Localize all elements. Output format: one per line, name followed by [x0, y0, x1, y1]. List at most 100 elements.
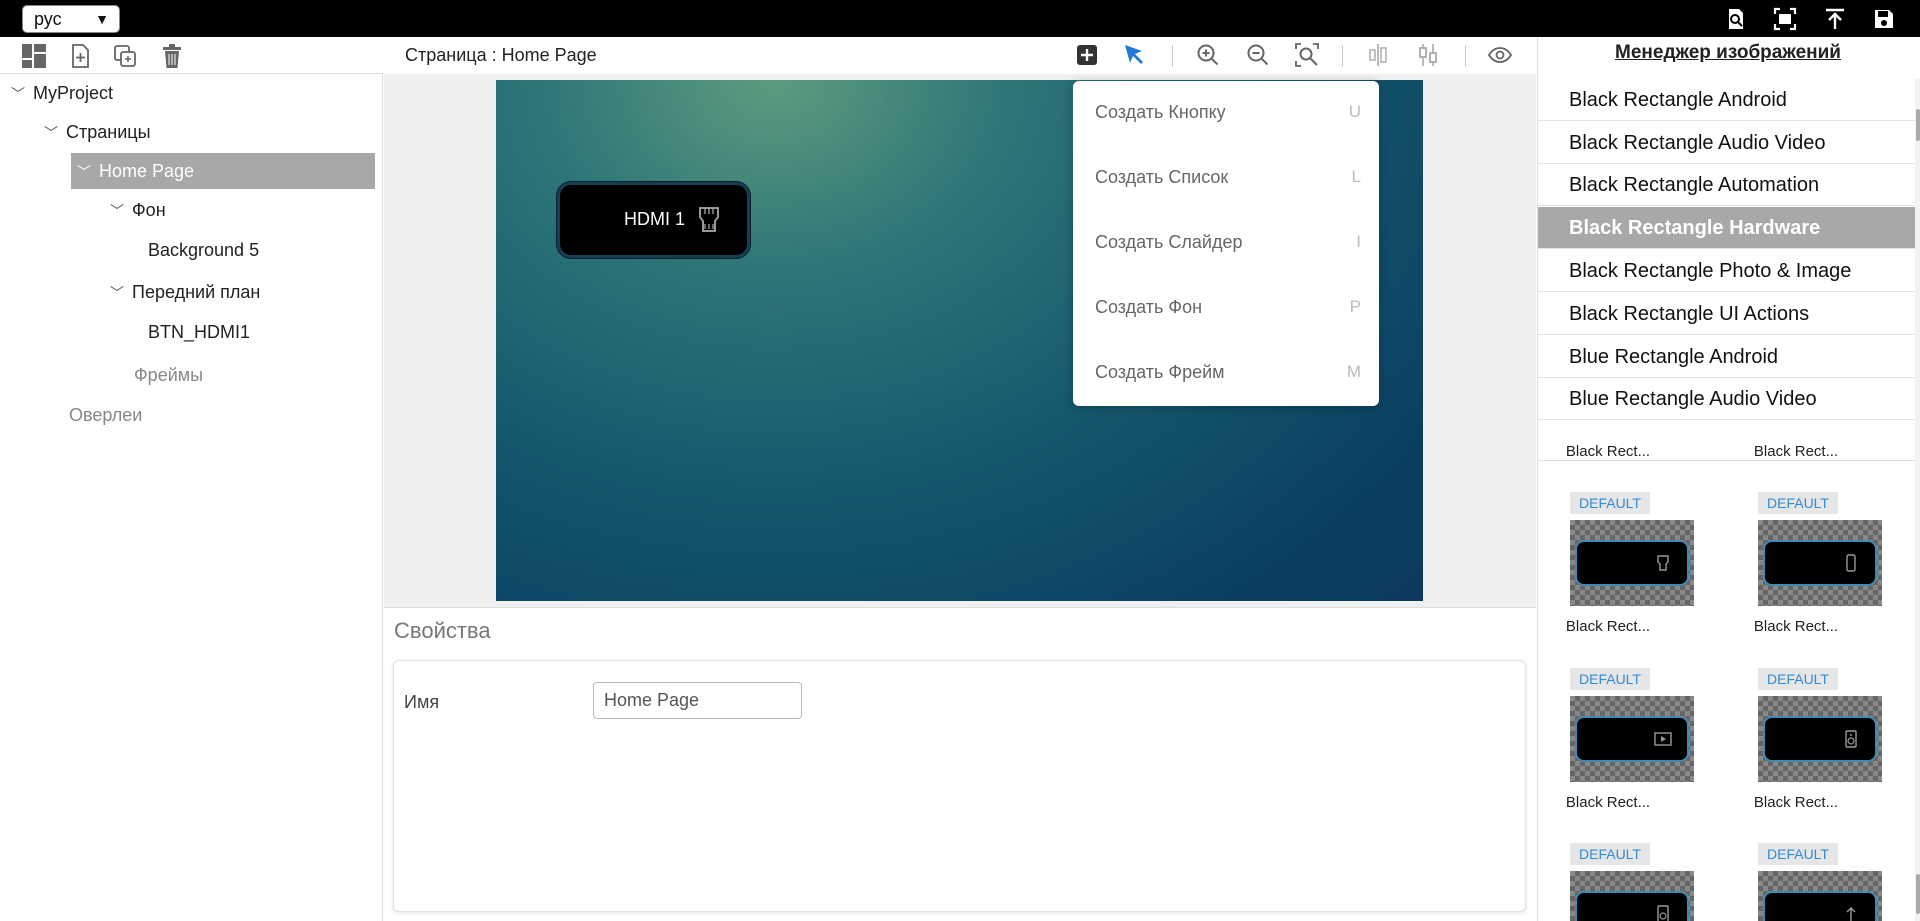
tree-label: Фреймы [134, 365, 204, 385]
name-field[interactable] [593, 682, 802, 719]
properties-title: Свойства [394, 618, 491, 643]
play-box-icon [1654, 732, 1672, 746]
tile-button-preview [1763, 716, 1877, 762]
hdmi-button-label: HDMI 1 [624, 209, 686, 229]
speaker-icon [1845, 730, 1857, 748]
tree-item-home-page[interactable]: ﹀ Home Page [71, 153, 375, 189]
properties-panel: Свойства Имя [384, 607, 1536, 921]
menu-item-create-slider[interactable]: Создать Слайдер I [1095, 227, 1361, 257]
duplicate-icon[interactable] [111, 42, 139, 70]
tree-item-foreground-group[interactable]: ﹀ Передний план [110, 274, 260, 310]
top-bar: рус ▼ [0, 0, 1920, 37]
menu-item-label: Создать Кнопку [1095, 102, 1226, 122]
category-item[interactable]: Blue Rectangle Audio Video [1538, 378, 1915, 420]
name-label: Имя [404, 692, 440, 712]
zoom-fit-icon[interactable] [1294, 42, 1320, 68]
tree-item-pages[interactable]: ﹀ Страницы [44, 114, 151, 150]
default-badge: DEFAULT [1570, 492, 1650, 514]
menu-item-label: Создать Фон [1095, 297, 1203, 317]
left-toolbar [0, 37, 383, 74]
project-tree: ﹀ MyProject ﹀ Страницы ﹀ Home Page ﹀ Фон Bac… [0, 74, 383, 921]
language-select[interactable]: рус ▼ [22, 5, 120, 33]
image-tile-speaker[interactable] [1758, 696, 1882, 782]
tile-button-preview [1763, 891, 1877, 921]
default-badge: DEFAULT [1570, 843, 1650, 865]
tree-item-background-group[interactable]: ﹀ Фон [110, 192, 166, 228]
category-item-selected[interactable]: Black Rectangle Hardware [1538, 207, 1915, 249]
menu-item-shortcut: I [1356, 232, 1361, 251]
pointer-icon[interactable] [1122, 42, 1148, 68]
tree-label: Background 5 [148, 240, 260, 260]
add-icon[interactable] [1074, 42, 1100, 68]
image-tile-hdmi[interactable] [1570, 520, 1694, 606]
page-title: Страница : Home Page [405, 45, 597, 65]
tree-item-btn-hdmi1[interactable]: BTN_HDMI1 [148, 314, 250, 350]
zoom-out-icon[interactable] [1245, 42, 1271, 68]
tree-item-project[interactable]: ﹀ MyProject [11, 75, 113, 111]
search-document-icon[interactable] [1724, 7, 1748, 31]
tile-caption: Black Rect... [1753, 443, 1839, 460]
image-category-list: Black Rectangle Android Black Rectangle … [1538, 79, 1915, 461]
chevron-down-icon[interactable]: ﹀ [77, 154, 99, 190]
scrollbar-thumb-list[interactable] [1916, 109, 1920, 141]
scrollbar-thumb-grid[interactable] [1916, 874, 1920, 914]
zoom-in-icon[interactable] [1195, 42, 1221, 68]
default-badge: DEFAULT [1758, 668, 1838, 690]
menu-item-create-frame[interactable]: Создать Фрейм M [1095, 357, 1361, 387]
chevron-down-icon[interactable]: ﹀ [110, 275, 132, 311]
layout-icon[interactable] [20, 42, 48, 70]
menu-item-shortcut: L [1351, 167, 1361, 186]
speaker-small-icon [1657, 905, 1669, 921]
image-tile-arrow-up[interactable] [1758, 871, 1882, 921]
tree-label: MyProject [33, 83, 114, 103]
menu-item-shortcut: M [1346, 362, 1361, 381]
tile-button-preview [1575, 716, 1689, 762]
page-header: Страница : Home Page [384, 37, 1536, 74]
chevron-down-icon[interactable]: ﹀ [110, 193, 132, 229]
tree-item-background-5[interactable]: Background 5 [148, 232, 259, 268]
save-icon[interactable] [1872, 7, 1896, 31]
tile-button-preview [1575, 891, 1689, 921]
phone-icon [1846, 554, 1856, 572]
category-item[interactable]: Black Rectangle Android [1538, 79, 1915, 121]
menu-item-shortcut: U [1348, 102, 1361, 121]
tree-label: Оверлеи [69, 405, 143, 425]
tree-item-frames[interactable]: Фреймы [134, 357, 203, 393]
menu-item-create-list[interactable]: Создать Список L [1095, 162, 1361, 192]
upload-icon[interactable] [1823, 7, 1847, 31]
hdmi-icon [699, 207, 719, 232]
align-horizontal-icon[interactable] [1365, 42, 1391, 68]
chevron-down-icon: ▼ [95, 11, 109, 27]
tile-button-preview [1763, 540, 1877, 586]
new-page-icon[interactable] [66, 42, 94, 70]
fit-screen-icon[interactable] [1773, 7, 1797, 31]
image-manager-title[interactable]: Менеджер изображений [1538, 37, 1918, 69]
trash-icon[interactable] [158, 42, 186, 70]
default-badge: DEFAULT [1570, 668, 1650, 690]
category-item[interactable]: Black Rectangle Audio Video [1538, 122, 1915, 164]
image-tile-phone[interactable] [1758, 520, 1882, 606]
category-item[interactable]: Blue Rectangle Android [1538, 336, 1915, 378]
menu-item-create-background[interactable]: Создать Фон P [1095, 292, 1361, 322]
hdmi-button[interactable]: HDMI 1 [557, 182, 750, 258]
tree-item-overlays[interactable]: Оверлеи [69, 397, 142, 433]
toolbar-divider [1342, 45, 1343, 67]
image-tile-speaker-small[interactable] [1570, 871, 1694, 921]
image-tile-play[interactable] [1570, 696, 1694, 782]
scrollbar[interactable] [1915, 79, 1920, 921]
image-manager-panel: Менеджер изображений Black Rectangle And… [1537, 37, 1920, 921]
category-item[interactable]: Black Rectangle UI Actions [1538, 293, 1915, 335]
menu-item-shortcut: P [1349, 297, 1361, 316]
category-item[interactable]: Black Rectangle Automation [1538, 164, 1915, 206]
align-vertical-icon[interactable] [1415, 42, 1441, 68]
preview-eye-icon[interactable] [1487, 42, 1513, 68]
menu-item-create-button[interactable]: Создать Кнопку U [1095, 97, 1361, 127]
default-badge: DEFAULT [1758, 492, 1838, 514]
default-badge: DEFAULT [1758, 843, 1838, 865]
tile-button-preview [1575, 540, 1689, 586]
chevron-down-icon[interactable]: ﹀ [44, 115, 66, 151]
toolbar-divider [1465, 45, 1466, 67]
chevron-down-icon[interactable]: ﹀ [11, 76, 33, 112]
category-item[interactable]: Black Rectangle Photo & Image [1538, 250, 1915, 292]
toolbar-divider [1172, 45, 1173, 67]
